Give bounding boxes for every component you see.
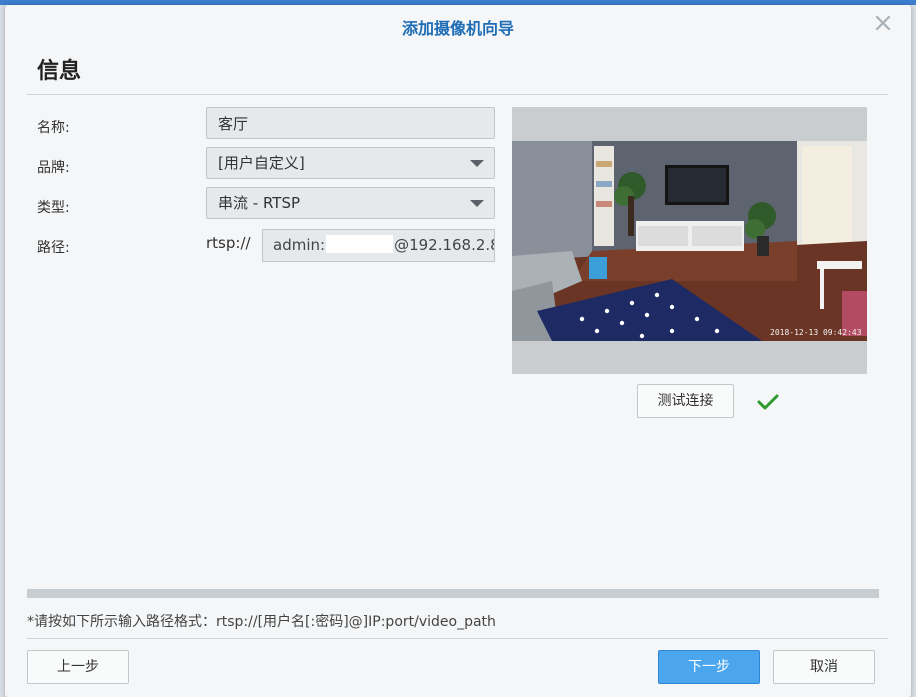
check-icon: [757, 394, 779, 410]
name-label: 名称:: [37, 120, 70, 136]
path-prefix: rtsp://: [206, 234, 251, 252]
footer-divider: [27, 638, 888, 639]
title-bar: 添加摄像机向导: [5, 5, 911, 45]
camera-wizard-dialog: 添加摄像机向导 信息 名称: 品牌: [用户自定义] 类型: 串流 - RTSP…: [5, 5, 911, 697]
path-input[interactable]: admin: @192.168.2.8: [262, 229, 495, 262]
path-host: @192.168.2.8: [394, 236, 495, 254]
chevron-down-icon: [470, 160, 484, 167]
section-title: 信息: [37, 59, 82, 84]
brand-select-value: [用户自定义]: [218, 154, 305, 172]
camera-preview-image: 2018-12-13 09:42:43: [512, 107, 867, 374]
path-label: 路径:: [37, 240, 70, 256]
redacted-password: [326, 235, 394, 253]
cancel-button[interactable]: 取消: [773, 650, 875, 684]
chevron-down-icon: [470, 200, 484, 207]
path-user: admin:: [273, 236, 326, 254]
progress-bar: [27, 589, 879, 598]
camera-preview: 2018-12-13 09:42:43: [512, 107, 867, 374]
path-format-hint: *请按如下所示输入路径格式：rtsp://[用户名[:密码]@]IP:port/…: [27, 614, 496, 630]
type-label: 类型:: [37, 200, 70, 216]
section-divider: [27, 94, 888, 95]
preview-timestamp: 2018-12-13 09:42:43: [770, 328, 862, 337]
brand-select[interactable]: [用户自定义]: [206, 147, 495, 179]
next-button[interactable]: 下一步: [658, 650, 760, 684]
type-select-value: 串流 - RTSP: [218, 194, 301, 212]
brand-label: 品牌:: [37, 160, 70, 176]
prev-button[interactable]: 上一步: [27, 650, 129, 684]
test-connection-button[interactable]: 测试连接: [637, 384, 734, 418]
name-input[interactable]: [206, 107, 495, 139]
type-select[interactable]: 串流 - RTSP: [206, 187, 495, 219]
dialog-title: 添加摄像机向导: [401, 19, 514, 38]
close-icon[interactable]: [873, 13, 893, 33]
